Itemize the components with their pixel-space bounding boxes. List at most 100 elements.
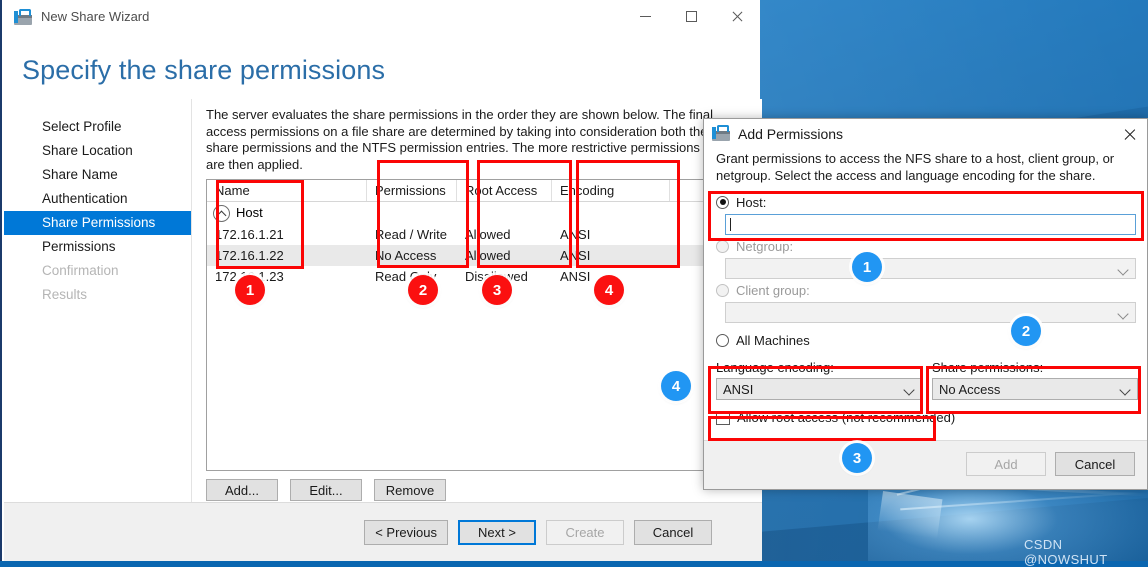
allow-root-access-checkbox[interactable] <box>716 410 730 425</box>
cell-name: 172.16.1.22 <box>215 248 284 263</box>
toolbox-icon <box>14 8 32 25</box>
cell-permissions: No Access <box>375 248 437 263</box>
cell-permissions: Read / Write <box>375 227 448 242</box>
red-badge-3: 3 <box>482 275 512 305</box>
table-action-buttons: Add... Edit... Remove <box>206 479 748 501</box>
table-group-host[interactable]: Host <box>207 202 721 224</box>
column-header-permissions[interactable]: Permissions <box>367 180 457 201</box>
add-permissions-dialog: Add Permissions Grant permissions to acc… <box>703 118 1148 490</box>
wizard-steps-sidebar: Select Profile Share Location Share Name… <box>4 99 192 502</box>
window-title: New Share Wizard <box>41 9 150 24</box>
red-badge-1: 1 <box>235 275 265 305</box>
radio-all-machines-indicator[interactable] <box>716 333 729 347</box>
table-row[interactable]: 172.16.1.21 Read / Write Allowed ANSI <box>207 224 721 245</box>
new-share-wizard-window: New Share Wizard Specify the share permi… <box>0 0 762 561</box>
wizard-navigation-buttons: < Previous Next > Create Cancel <box>364 520 712 545</box>
toolbox-icon <box>712 124 730 144</box>
close-icon[interactable] <box>1117 123 1141 145</box>
radio-client-group-label: Client group: <box>736 282 810 298</box>
sidebar-item-select-profile[interactable]: Select Profile <box>4 115 191 139</box>
wizard-body: Select Profile Share Location Share Name… <box>4 99 762 502</box>
radio-client-group-indicator <box>716 283 729 297</box>
chevron-down-icon <box>1119 384 1131 396</box>
radio-all-machines[interactable]: All Machines <box>716 331 1135 349</box>
dialog-add-button: Add <box>966 452 1046 476</box>
blue-badge-3: 3 <box>842 443 872 473</box>
cell-name: 172.16.1.21 <box>215 227 284 242</box>
share-permissions-value: No Access <box>939 381 1001 397</box>
cell-name: 172.16.1.23 <box>207 269 367 284</box>
blue-badge-4: 4 <box>661 371 691 401</box>
radio-netgroup-indicator <box>716 239 729 253</box>
text-caret <box>730 218 731 231</box>
dialog-description: Grant permissions to access the NFS shar… <box>716 151 1115 183</box>
radio-netgroup-label: Netgroup: <box>736 238 794 254</box>
table-header-row: Name Permissions Root Access Encoding <box>207 180 721 202</box>
dialog-body: Grant permissions to access the NFS shar… <box>704 149 1147 425</box>
blue-badge-2: 2 <box>1011 316 1041 346</box>
add-button[interactable]: Add... <box>206 479 278 501</box>
dialog-title-bar: Add Permissions <box>704 119 1147 149</box>
main-content: The server evaluates the share permissio… <box>192 99 762 502</box>
create-button: Create <box>546 520 624 545</box>
radio-netgroup: Netgroup: <box>716 237 1135 255</box>
cell-encoding: ANSI <box>560 248 591 263</box>
sidebar-item-permissions[interactable]: Permissions <box>4 235 191 259</box>
previous-button[interactable]: < Previous <box>364 520 448 545</box>
cell-root-access: Allowed <box>465 248 511 263</box>
edit-button[interactable]: Edit... <box>290 479 362 501</box>
dialog-title: Add Permissions <box>738 126 844 142</box>
column-header-name[interactable]: Name <box>207 180 367 201</box>
cell-encoding: ANSI <box>560 227 591 242</box>
language-encoding-value: ANSI <box>723 381 754 397</box>
language-encoding-label: Language encoding: <box>716 360 834 375</box>
sidebar-item-share-permissions[interactable]: Share Permissions <box>4 211 191 235</box>
column-header-encoding[interactable]: Encoding <box>552 180 670 201</box>
remove-button[interactable]: Remove <box>374 479 446 501</box>
chevron-down-icon <box>1117 264 1129 276</box>
description-text: The server evaluates the share permissio… <box>206 107 714 172</box>
cell-root-access: Allowed <box>465 227 511 242</box>
share-permissions-select[interactable]: No Access <box>932 378 1138 400</box>
header: Specify the share permissions <box>2 33 760 99</box>
table-row[interactable]: 172.16.1.22 No Access Allowed ANSI <box>207 245 721 266</box>
sidebar-item-authentication[interactable]: Authentication <box>4 187 191 211</box>
client-group-combo <box>725 302 1136 323</box>
close-icon[interactable] <box>714 0 760 33</box>
minimize-icon[interactable] <box>622 0 668 33</box>
dialog-cancel-button[interactable]: Cancel <box>1055 452 1135 476</box>
table-row[interactable]: 172.16.1.23 Read Only Disallowed ANSI <box>207 266 721 287</box>
cancel-button[interactable]: Cancel <box>634 520 712 545</box>
red-badge-2: 2 <box>408 275 438 305</box>
blue-badge-1: 1 <box>852 252 882 282</box>
radio-host[interactable]: Host: <box>716 193 1135 211</box>
sidebar-item-share-name[interactable]: Share Name <box>4 163 191 187</box>
radio-client-group: Client group: <box>716 281 1135 299</box>
share-permissions-table: Name Permissions Root Access Encoding Ho… <box>206 179 722 471</box>
maximize-icon[interactable] <box>668 0 714 33</box>
radio-all-machines-label: All Machines <box>736 332 810 348</box>
chevron-up-icon[interactable] <box>213 204 230 222</box>
host-input[interactable] <box>725 214 1136 235</box>
radio-host-indicator[interactable] <box>716 195 729 209</box>
dialog-buttons: Add Cancel <box>966 452 1135 476</box>
sidebar-item-confirmation: Confirmation <box>42 263 119 278</box>
page-title: Specify the share permissions <box>22 55 386 85</box>
share-permissions-group: Share permissions: No Access <box>932 360 1138 400</box>
next-button[interactable]: Next > <box>458 520 536 545</box>
red-badge-4: 4 <box>594 275 624 305</box>
window-controls <box>622 0 760 33</box>
language-encoding-group: Language encoding: ANSI <box>716 360 922 400</box>
share-permissions-label: Share permissions: <box>932 360 1044 375</box>
chevron-down-icon <box>1117 308 1129 320</box>
dialog-footer: Add Cancel <box>704 440 1147 489</box>
language-encoding-select[interactable]: ANSI <box>716 378 922 400</box>
title-bar: New Share Wizard <box>2 0 760 33</box>
allow-root-access-row[interactable]: Allow root access (not recommended) <box>716 410 1135 425</box>
sidebar-item-share-location[interactable]: Share Location <box>4 139 191 163</box>
wizard-footer: < Previous Next > Create Cancel <box>4 502 762 561</box>
wallpaper-ray <box>877 491 943 539</box>
column-header-root-access[interactable]: Root Access <box>457 180 552 201</box>
sidebar-item-results: Results <box>42 287 88 302</box>
radio-host-label: Host: <box>736 194 767 210</box>
